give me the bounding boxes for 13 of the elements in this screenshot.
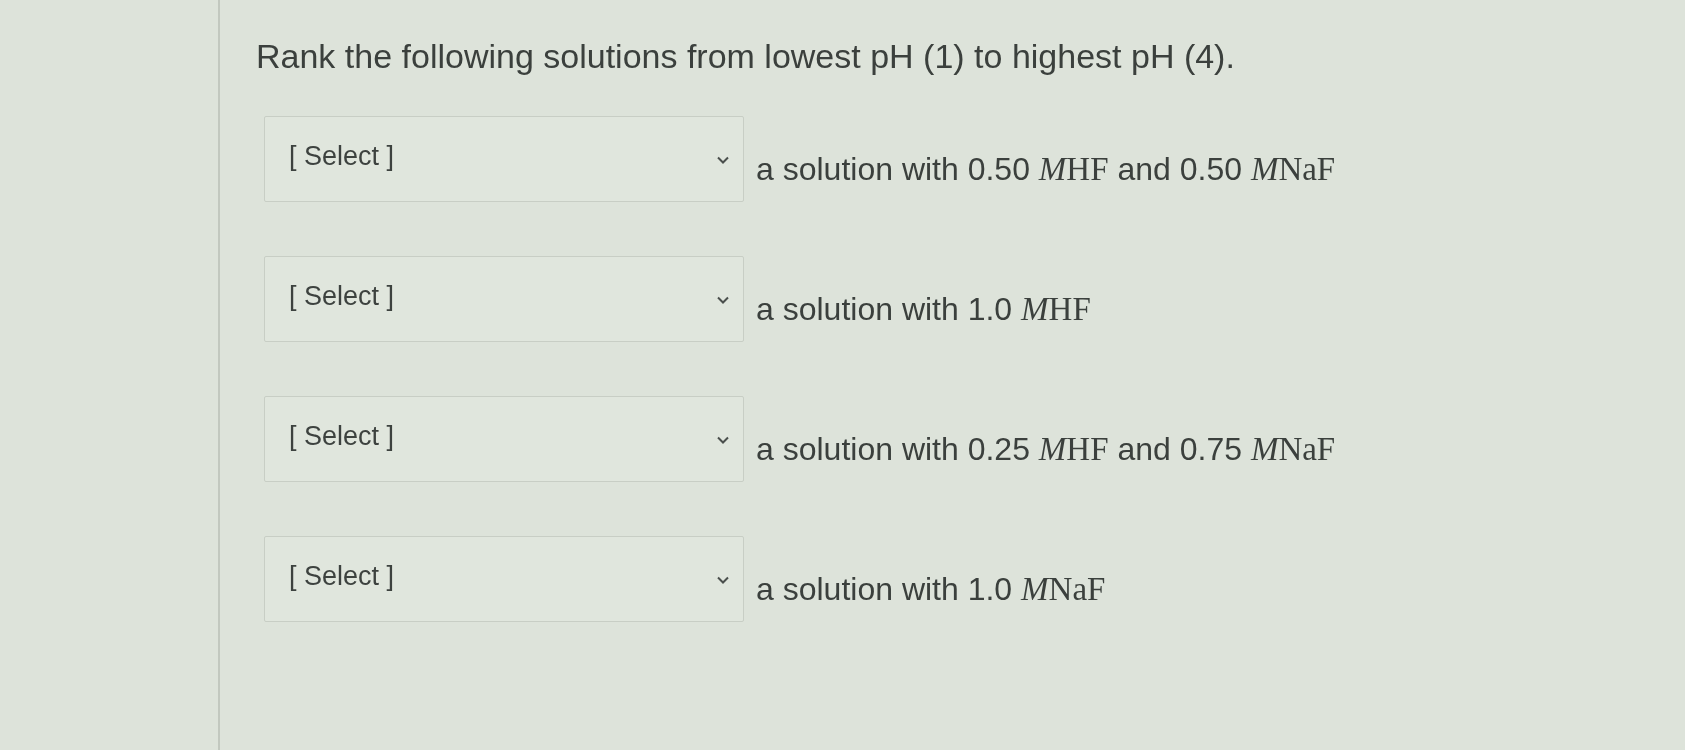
select-dropdown[interactable]: [ Select ]: [264, 536, 744, 622]
chevron-down-icon: [717, 436, 729, 444]
chevron-down-icon: [717, 156, 729, 164]
option-label: a solution with 0.25 MHF and 0.75 MNaF: [756, 430, 1336, 468]
option-label: a solution with 1.0 MHF: [756, 290, 1091, 328]
select-dropdown[interactable]: [ Select ]: [264, 396, 744, 482]
chevron-down-icon: [717, 296, 729, 304]
select-dropdown[interactable]: [ Select ]: [264, 256, 744, 342]
option-label: a solution with 1.0 MNaF: [756, 570, 1106, 608]
select-dropdown[interactable]: [ Select ]: [264, 116, 744, 202]
chevron-down-icon: [717, 576, 729, 584]
question-text: Rank the following solutions from lowest pH (1) to highest pH (4).: [256, 36, 1235, 76]
option-label: a solution with 0.50 MHF and 0.50 MNaF: [756, 150, 1336, 188]
